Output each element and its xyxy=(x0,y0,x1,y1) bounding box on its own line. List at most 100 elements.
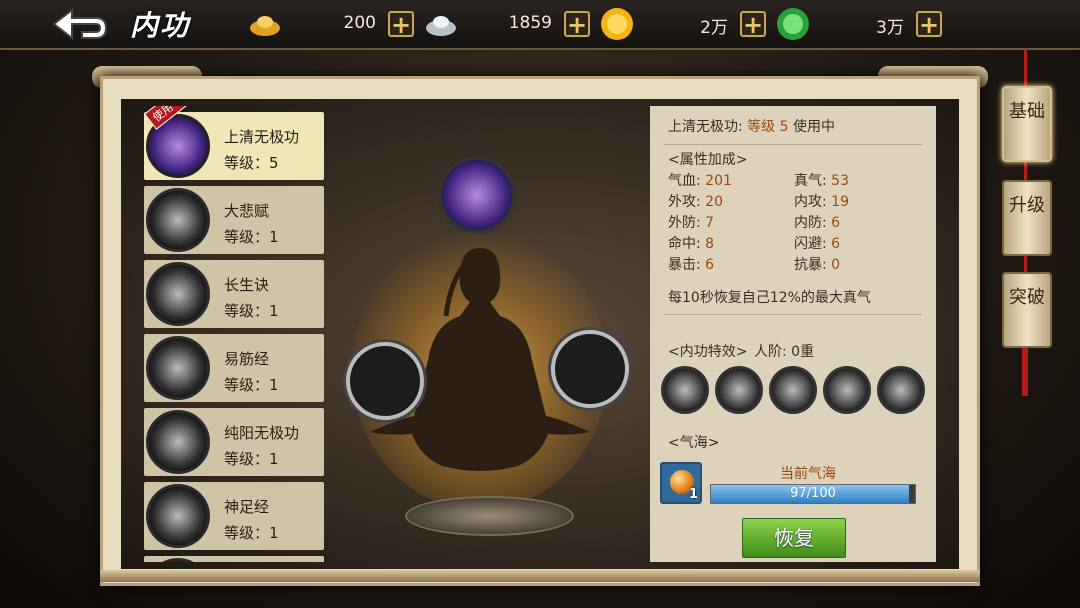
recover-description: 每10秒恢复自己12%的最大真气 xyxy=(668,290,871,306)
back-arrow-icon[interactable] xyxy=(50,6,110,42)
effect-skill-icon[interactable] xyxy=(661,366,709,414)
restore-button[interactable]: 恢复 xyxy=(742,518,846,558)
skill-level: 等级：1 xyxy=(224,228,279,246)
effect-skill-icon[interactable] xyxy=(877,366,925,414)
add-jade-coin-button[interactable]: + xyxy=(916,11,942,37)
attr-label: 外攻: xyxy=(668,194,701,210)
page-title: 内功 xyxy=(130,9,191,42)
attr-value: 0 xyxy=(831,257,841,273)
skill-list-item[interactable]: 易筋经 等级：1 xyxy=(144,334,324,402)
skill-list-item[interactable] xyxy=(144,556,324,562)
attr-label: 抗暴: xyxy=(794,257,827,273)
tassel-icon xyxy=(1022,340,1028,396)
skill-avatar-icon xyxy=(146,410,210,474)
effect-skill-icon[interactable] xyxy=(823,366,871,414)
attr-label: 外防: xyxy=(668,215,701,231)
qihai-progress-bar: 97/100 xyxy=(710,484,916,504)
skill-list-item[interactable]: 神足经 等级：1 xyxy=(144,482,324,550)
attr-value: 6 xyxy=(831,236,841,252)
skill-list-item[interactable]: 纯阳无极功 等级：1 xyxy=(144,408,324,476)
jade-coin-value: 3万 xyxy=(876,18,904,38)
gold-coin-value: 2万 xyxy=(700,18,728,38)
skill-level: 等级：1 xyxy=(224,302,279,320)
add-gold-coin-button[interactable]: + xyxy=(740,11,766,37)
qihai-progress-text: 97/100 xyxy=(790,486,836,501)
tab-label: 升级 xyxy=(1009,195,1045,216)
attr-hit: 命中: 8 xyxy=(668,233,714,253)
attr-value: 7 xyxy=(705,215,715,231)
top-bar: 内功 200 + 1859 + 2万 + 3万 + xyxy=(0,0,1080,50)
add-silver-ingot-button[interactable]: + xyxy=(564,11,590,37)
scroll-ornament-bottom xyxy=(100,570,980,582)
equipped-skill-icon[interactable] xyxy=(438,156,516,234)
tab-upgrade[interactable]: 升级 xyxy=(1002,180,1052,256)
attr-crit-resist: 抗暴: 0 xyxy=(794,254,840,274)
gold-ingot-value: 200 xyxy=(343,13,376,33)
attr-hp: 气血: 201 xyxy=(668,170,732,190)
skill-list-item[interactable]: 大悲赋 等级：1 xyxy=(144,186,324,254)
qi-orb-count: 1 xyxy=(688,487,698,502)
divider xyxy=(664,314,922,315)
attr-value: 6 xyxy=(831,215,841,231)
effect-skill-icon[interactable] xyxy=(769,366,817,414)
skill-level: 等级：1 xyxy=(224,524,279,542)
skill-status-heading: 上清无极功: 等级 5 使用中 xyxy=(668,116,835,136)
gold-ingot-icon xyxy=(250,16,280,36)
skill-list-item[interactable]: 长生诀 等级：1 xyxy=(144,260,324,328)
skill-name: 上清无极功 xyxy=(224,128,300,146)
qihai-section-title: <气海> xyxy=(668,435,720,451)
skill-name: 神足经 xyxy=(224,498,270,516)
tab-label: 突破 xyxy=(1009,287,1045,308)
add-gold-ingot-button[interactable]: + xyxy=(388,11,414,37)
skill-avatar-icon xyxy=(146,336,210,400)
attr-value: 53 xyxy=(831,173,849,189)
attr-label: 真气: xyxy=(794,173,827,189)
skill-list[interactable]: 使用中 上清无极功 等级：5 大悲赋 等级：1 长生诀 等级：1 易筋经 等级：… xyxy=(138,106,332,562)
effect-skill-icon[interactable] xyxy=(715,366,763,414)
attr-label: 内攻: xyxy=(794,194,827,210)
attr-dodge: 闪避: 6 xyxy=(794,233,840,253)
attr-inner-defense: 内防: 6 xyxy=(794,212,840,232)
effect-section-title: <内功特效> xyxy=(668,344,748,360)
skill-name: 纯阳无极功 xyxy=(224,424,300,442)
jade-coin-icon xyxy=(777,8,809,40)
skill-level: 等级：1 xyxy=(224,450,279,468)
tab-breakthrough[interactable]: 突破 xyxy=(1002,272,1052,348)
skill-name: 长生诀 xyxy=(224,276,270,294)
skill-avatar-icon xyxy=(146,188,210,252)
rank-text: 人阶: 0重 xyxy=(754,344,815,360)
attr-label: 气血: xyxy=(668,173,701,189)
tab-rope xyxy=(1024,50,1027,90)
tab-basic[interactable]: 基础 xyxy=(1002,86,1052,162)
heading-skill-name: 上清无极功: xyxy=(668,119,743,135)
attr-label: 闪避: xyxy=(794,236,827,252)
attr-label: 内防: xyxy=(794,215,827,231)
attr-value: 201 xyxy=(705,173,732,189)
gold-coin-icon xyxy=(601,8,633,40)
skill-name: 大悲赋 xyxy=(224,202,270,220)
empty-slot-left[interactable] xyxy=(346,342,424,420)
attr-section-title: <属性加成> xyxy=(668,152,748,168)
attr-label: 暴击: xyxy=(668,257,701,273)
qihai-label: 当前气海 xyxy=(780,466,836,482)
qi-orb-item[interactable]: 1 xyxy=(660,462,702,504)
attr-outer-defense: 外防: 7 xyxy=(668,212,714,232)
skill-level: 等级：5 xyxy=(224,154,279,172)
heading-skill-level: 等级 5 xyxy=(747,119,789,135)
attr-value: 6 xyxy=(705,257,715,273)
attr-label: 命中: xyxy=(668,236,701,252)
skill-list-item[interactable]: 使用中 上清无极功 等级：5 xyxy=(144,106,324,180)
skill-level: 等级：1 xyxy=(224,376,279,394)
attr-value: 20 xyxy=(705,194,723,210)
tab-label: 基础 xyxy=(1009,101,1045,122)
empty-slot-right[interactable] xyxy=(551,330,629,408)
heading-skill-status: 使用中 xyxy=(792,119,835,135)
silver-ingot-value: 1859 xyxy=(508,13,552,33)
skill-avatar-icon xyxy=(146,484,210,548)
attr-outer-attack: 外攻: 20 xyxy=(668,191,723,211)
skill-avatar-icon xyxy=(146,558,210,562)
skill-name: 易筋经 xyxy=(224,350,270,368)
attr-value: 8 xyxy=(705,236,715,252)
attr-inner-attack: 内攻: 19 xyxy=(794,191,849,211)
skill-avatar-icon xyxy=(146,262,210,326)
